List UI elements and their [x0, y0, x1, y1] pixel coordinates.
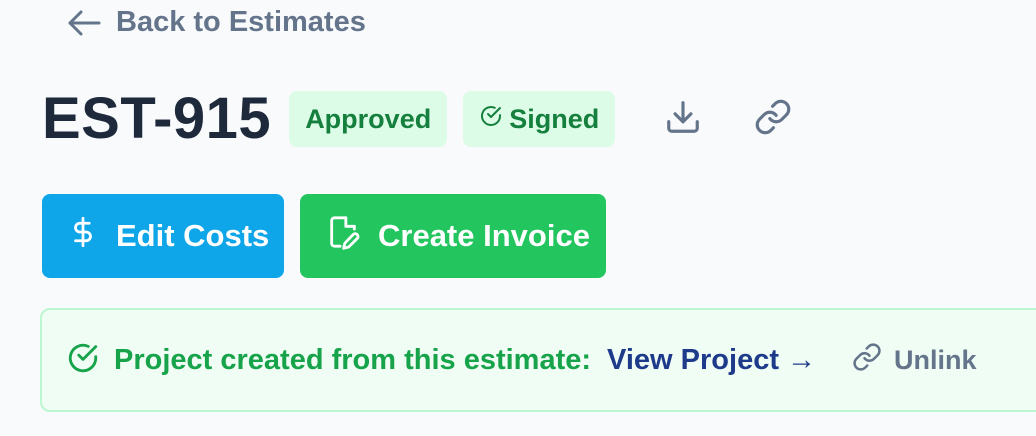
estimate-header: EST-915 Approved Signed: [42, 88, 801, 150]
unlink-label: Unlink: [894, 344, 977, 375]
check-circle-icon: [66, 341, 100, 380]
page-title: EST-915: [42, 86, 272, 151]
arrow-left-icon: [66, 8, 102, 38]
edit-costs-label: Edit Costs: [116, 218, 270, 253]
action-buttons: Edit Costs Create Invoice: [42, 194, 606, 278]
create-invoice-label: Create Invoice: [378, 218, 590, 253]
edit-costs-button[interactable]: Edit Costs: [42, 194, 284, 278]
unlink-button[interactable]: Unlink: [852, 342, 977, 379]
back-link-label: Back to Estimates: [116, 6, 366, 38]
view-project-link[interactable]: View Project →: [607, 344, 816, 377]
link-icon: [852, 342, 882, 379]
create-invoice-button[interactable]: Create Invoice: [300, 194, 606, 278]
signed-badge: Signed: [463, 91, 616, 147]
file-edit-icon: [326, 214, 360, 258]
signed-badge-label: Signed: [509, 103, 600, 134]
status-badge: Approved: [289, 91, 448, 147]
status-badge-label: Approved: [305, 103, 432, 134]
back-to-estimates-link[interactable]: Back to Estimates: [66, 6, 366, 39]
check-circle-icon: [479, 104, 503, 135]
link-icon: [754, 98, 792, 141]
banner-message: Project created from this estimate:: [114, 343, 592, 376]
dollar-icon: [68, 214, 98, 258]
download-icon: [664, 98, 702, 141]
download-button[interactable]: [655, 91, 711, 147]
copy-link-button[interactable]: [745, 91, 801, 147]
project-link-banner: Project created from this estimate: View…: [40, 308, 1036, 412]
